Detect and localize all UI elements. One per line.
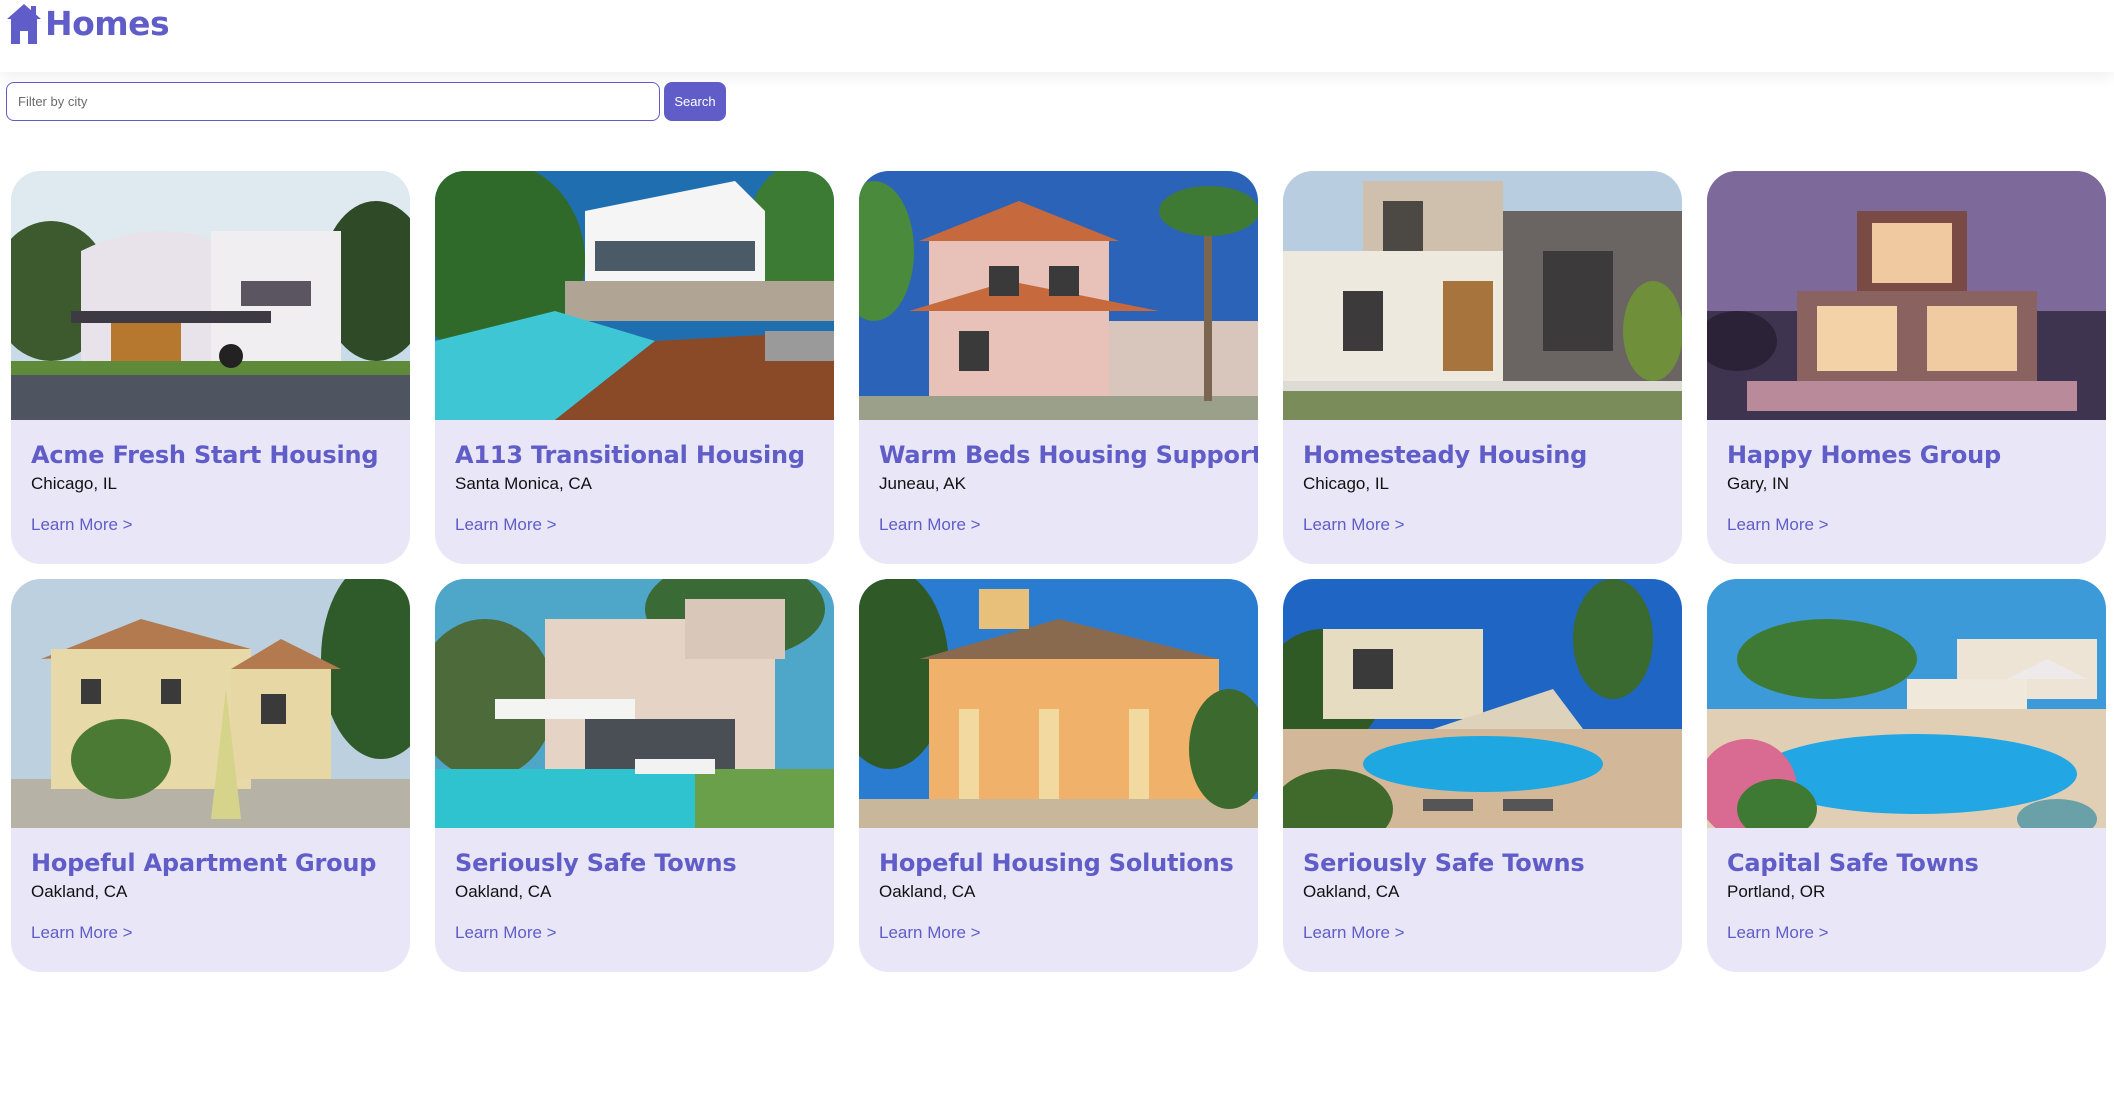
listing-location: Oakland, CA [31, 882, 128, 901]
brand[interactable]: Homes [5, 2, 170, 46]
learn-more-link[interactable]: Learn More > [455, 515, 557, 535]
listing-title: Capital Safe Towns [1727, 849, 1979, 877]
house-icon [7, 4, 41, 44]
listing-location: Santa Monica, CA [455, 474, 593, 493]
learn-more-link[interactable]: Learn More > [455, 923, 557, 943]
learn-more-link[interactable]: Learn More > [1303, 515, 1405, 535]
search-button[interactable]: Search [664, 82, 726, 121]
listing-card: Hopeful Housing Solutions Oakland, CA Le… [859, 579, 1258, 972]
learn-more-link[interactable]: Learn More > [31, 515, 133, 535]
learn-more-link[interactable]: Learn More > [879, 923, 981, 943]
learn-more-link[interactable]: Learn More > [1727, 515, 1829, 535]
search-bar: Search [6, 82, 726, 121]
listing-card: Capital Safe Towns Portland, OR Learn Mo… [1707, 579, 2106, 972]
learn-more-link[interactable]: Learn More > [1727, 923, 1829, 943]
listing-card: Seriously Safe Towns Oakland, CA Learn M… [1283, 579, 1682, 972]
listing-photo [1707, 171, 2106, 420]
top-header: Homes [0, 0, 2114, 72]
listing-title: Warm Beds Housing Support [879, 441, 1258, 469]
listing-title: Happy Homes Group [1727, 441, 2002, 469]
listing-card: Warm Beds Housing Support Juneau, AK Lea… [859, 171, 1258, 564]
city-filter-input[interactable] [6, 82, 660, 121]
learn-more-link[interactable]: Learn More > [1303, 923, 1405, 943]
listing-location: Juneau, AK [879, 474, 966, 493]
listing-photo [1283, 171, 1682, 420]
listing-card: Happy Homes Group Gary, IN Learn More > [1707, 171, 2106, 564]
listing-title: Acme Fresh Start Housing [31, 441, 379, 469]
listing-photo [859, 171, 1258, 420]
listing-location: Gary, IN [1727, 474, 1790, 493]
learn-more-link[interactable]: Learn More > [31, 923, 133, 943]
learn-more-link[interactable]: Learn More > [879, 515, 981, 535]
listing-card: Homesteady Housing Chicago, IL Learn Mor… [1283, 171, 1682, 564]
listing-location: Oakland, CA [1303, 882, 1400, 901]
brand-name: Homes [45, 4, 170, 43]
listing-title: Seriously Safe Towns [455, 849, 737, 877]
listing-location: Oakland, CA [879, 882, 976, 901]
listing-photo [435, 171, 834, 420]
listing-card: A113 Transitional Housing Santa Monica, … [435, 171, 834, 564]
listing-photo [859, 579, 1258, 828]
listing-photo [11, 579, 410, 828]
listing-card: Hopeful Apartment Group Oakland, CA Lear… [11, 579, 410, 972]
listing-title: Seriously Safe Towns [1303, 849, 1585, 877]
listing-title: Hopeful Apartment Group [31, 849, 377, 877]
listing-card: Seriously Safe Towns Oakland, CA Learn M… [435, 579, 834, 972]
listing-location: Portland, OR [1727, 882, 1826, 901]
listing-location: Chicago, IL [1303, 474, 1389, 493]
listing-photo [1283, 579, 1682, 828]
listing-title: Hopeful Housing Solutions [879, 849, 1234, 877]
listing-title: A113 Transitional Housing [455, 441, 805, 469]
listing-location: Chicago, IL [31, 474, 117, 493]
listing-location: Oakland, CA [455, 882, 552, 901]
listing-photo [435, 579, 834, 828]
listing-photo [1707, 579, 2106, 828]
listing-card: Acme Fresh Start Housing Chicago, IL Lea… [11, 171, 410, 564]
listing-title: Homesteady Housing [1303, 441, 1588, 469]
listing-photo [11, 171, 410, 420]
